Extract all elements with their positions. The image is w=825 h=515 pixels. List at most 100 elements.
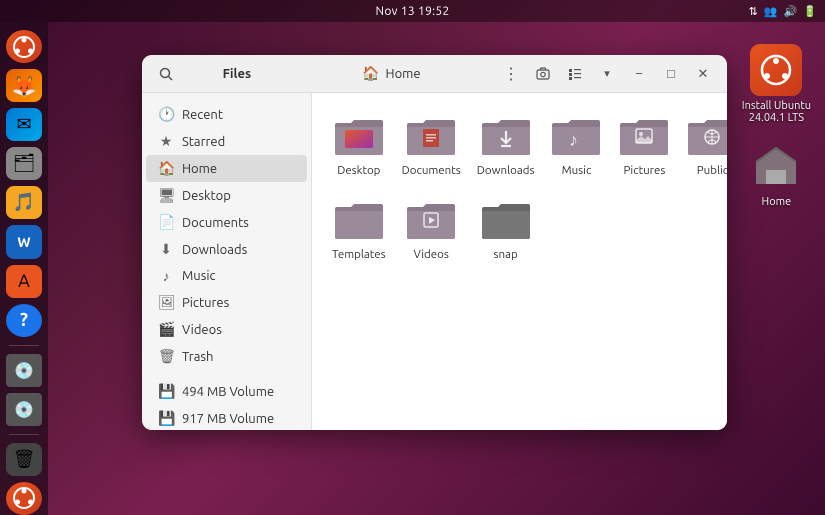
sidebar-item-videos[interactable]: 🎬 Videos	[146, 316, 307, 343]
dock-item-removable1[interactable]: 💿	[6, 354, 42, 387]
dock-item-files[interactable]: 🗂	[6, 147, 42, 180]
documents-folder-label: Documents	[402, 164, 461, 177]
folder-item-videos[interactable]: Videos	[398, 193, 465, 267]
breadcrumb-location: Home	[386, 67, 421, 81]
dock-item-ubuntu[interactable]	[6, 30, 42, 63]
videos-folder-label: Videos	[414, 248, 449, 261]
volume494-icon: 💾	[158, 383, 174, 400]
system-tray: ⇅ 👥 🔊 🔋	[749, 5, 817, 18]
folder-item-documents[interactable]: Documents	[398, 109, 465, 183]
maximize-button[interactable]: □	[657, 60, 685, 88]
breadcrumb-area: 🏠 Home	[294, 65, 489, 82]
libreoffice-icon: W	[17, 234, 30, 250]
folder-item-downloads[interactable]: Downloads	[473, 109, 539, 183]
dock-item-libreoffice[interactable]: W	[6, 225, 42, 258]
firefox-icon: 🦊	[12, 74, 37, 98]
rhythmbox-icon: 🎵	[13, 192, 35, 213]
downloads-folder-label: Downloads	[477, 164, 535, 177]
dock-item-removable2[interactable]: 💿	[6, 393, 42, 426]
sidebar-volume494-label: 494 MB Volume	[182, 385, 274, 399]
documents-folder-icon	[405, 115, 457, 159]
search-button[interactable]	[152, 60, 180, 88]
dock-item-rhythmbox[interactable]: 🎵	[6, 186, 42, 219]
folder-item-pictures[interactable]: Pictures	[614, 109, 674, 183]
sidebar-item-starred[interactable]: ★ Starred	[146, 128, 307, 155]
videos-sidebar-icon: 🎬	[158, 321, 174, 338]
sidebar-item-volume-494[interactable]: 💾 494 MB Volume	[146, 378, 307, 405]
sidebar-item-desktop[interactable]: 🖥 Desktop	[146, 182, 307, 209]
file-manager-content: Desktop Documents	[312, 93, 727, 430]
desktop-sidebar-icon: 🖥	[158, 187, 174, 204]
search-icon	[159, 67, 173, 81]
minimize-button[interactable]: −	[625, 60, 653, 88]
titlebar-actions: ⋮ ▾ − □ ✕	[497, 60, 717, 88]
home-desktop-label: Home	[762, 196, 792, 208]
install-ubuntu-icon	[750, 44, 802, 96]
sidebar-volume917-label: 917 MB Volume	[182, 412, 274, 426]
dock-item-appcenter[interactable]: A	[6, 265, 42, 298]
folder-item-templates[interactable]: Templates	[328, 193, 390, 267]
downloads-folder-icon	[480, 115, 532, 159]
sidebar-item-trash[interactable]: 🗑 Trash	[146, 343, 307, 370]
svg-text:♪: ♪	[569, 130, 578, 150]
dock-item-trash[interactable]: 🗑	[6, 443, 42, 476]
sidebar-item-home[interactable]: 🏠 Home	[146, 155, 307, 182]
dock-item-thunderbird[interactable]: ✉	[6, 108, 42, 141]
overflow-menu-button[interactable]: ⋮	[497, 60, 525, 88]
titlebar-title: Files	[188, 67, 286, 81]
application-dock: 🦊 ✉ 🗂 🎵 W A ? 💿 💿 🗑	[0, 22, 48, 515]
folder-item-music[interactable]: ♪ Music	[546, 109, 606, 183]
appcenter-icon: A	[18, 271, 30, 291]
dock-item-ubuntu-bottom[interactable]	[6, 482, 42, 515]
thunderbird-icon: ✉	[16, 114, 31, 135]
sidebar-item-downloads[interactable]: ⬇ Downloads	[146, 236, 307, 263]
folder-item-desktop[interactable]: Desktop	[328, 109, 390, 183]
ubuntu-bottom-icon	[13, 487, 35, 509]
desktop-icons: Install Ubuntu24.04.1 LTS Home	[738, 40, 815, 212]
topbar: Nov 13 19:52 ⇅ 👥 🔊 🔋	[0, 0, 825, 22]
view-icon	[568, 67, 582, 81]
music-sidebar-icon: ♪	[158, 268, 174, 284]
sidebar-item-music[interactable]: ♪ Music	[146, 263, 307, 289]
pictures-sidebar-icon: 🖼	[158, 294, 174, 311]
desktop-icon-install-ubuntu[interactable]: Install Ubuntu24.04.1 LTS	[738, 40, 815, 128]
help-icon: ?	[20, 310, 28, 330]
dock-item-firefox[interactable]: 🦊	[6, 69, 42, 102]
sidebar-item-recent[interactable]: 🕐 Recent	[146, 101, 307, 128]
file-manager-window: Files 🏠 Home ⋮	[142, 55, 727, 430]
templates-folder-icon	[333, 199, 385, 243]
home-folder-svg	[752, 146, 800, 186]
volume-icon: 🔊	[784, 5, 798, 18]
folder-item-public[interactable]: Public	[682, 109, 727, 183]
window-body: 🕐 Recent ★ Starred 🏠 Home 🖥 Desktop 📄 Do…	[142, 93, 727, 430]
camera-button[interactable]	[529, 60, 557, 88]
sidebar-home-label: Home	[182, 162, 217, 176]
volume917-icon: 💾	[158, 410, 174, 427]
sidebar-desktop-label: Desktop	[182, 189, 231, 203]
home-folder-icon	[750, 140, 802, 192]
sidebar-item-documents[interactable]: 📄 Documents	[146, 209, 307, 236]
sidebar-item-pictures[interactable]: 🖼 Pictures	[146, 289, 307, 316]
dock-separator-1	[9, 345, 39, 346]
network-icon: 👥	[764, 5, 778, 18]
close-button[interactable]: ✕	[689, 60, 717, 88]
sidebar-item-volume-917[interactable]: 💾 917 MB Volume	[146, 405, 307, 430]
downloads-sidebar-icon: ⬇	[158, 241, 174, 258]
sort-button[interactable]: ▾	[593, 60, 621, 88]
file-manager-titlebar: Files 🏠 Home ⋮	[142, 55, 727, 93]
desktop-icon-home[interactable]: Home	[746, 136, 806, 212]
music-folder-icon: ♪	[550, 115, 602, 159]
sidebar-music-label: Music	[182, 269, 216, 283]
desktop-folder-label: Desktop	[337, 164, 380, 177]
folder-item-snap[interactable]: snap	[473, 193, 539, 267]
file-manager-sidebar: 🕐 Recent ★ Starred 🏠 Home 🖥 Desktop 📄 Do…	[142, 93, 312, 430]
pictures-folder-label: Pictures	[624, 164, 666, 177]
snap-folder-label: snap	[494, 248, 518, 261]
folder-grid: Desktop Documents	[328, 109, 711, 267]
drive-icon-2: 💿	[14, 400, 34, 419]
battery-icon: 🔋	[803, 5, 817, 18]
bluetooth-icon: ⇅	[749, 5, 758, 18]
view-toggle-button[interactable]	[561, 60, 589, 88]
public-folder-label: Public	[697, 164, 727, 177]
dock-item-help[interactable]: ?	[6, 304, 42, 337]
